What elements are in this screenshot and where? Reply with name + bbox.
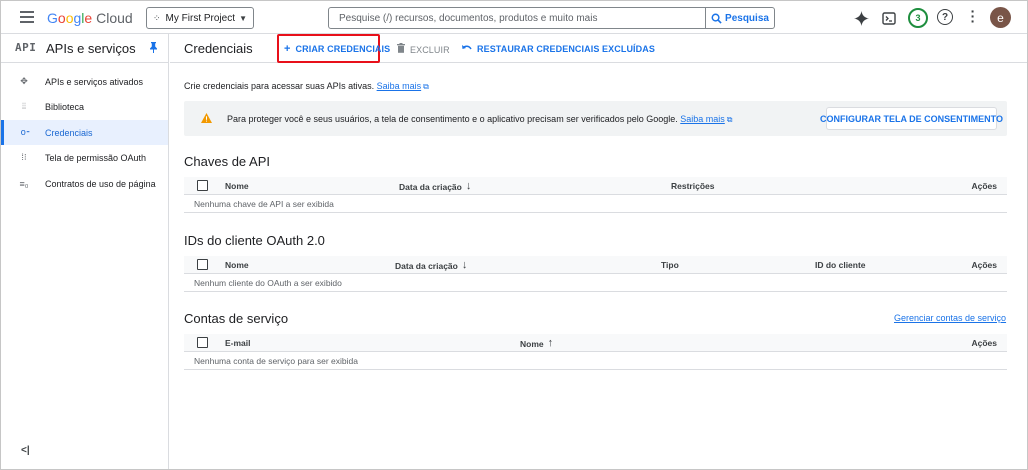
undo-icon — [462, 43, 472, 55]
column-header: Ações — [971, 338, 997, 348]
main-content: Credenciais + CRIAR CREDENCIAIS EXCLUIR … — [170, 34, 1027, 469]
column-header[interactable]: E-mail — [225, 338, 251, 348]
intro-text: Crie credenciais para acessar suas APIs … — [184, 81, 429, 91]
trash-icon — [397, 43, 405, 56]
avatar[interactable]: e — [990, 7, 1011, 28]
empty-row: Nenhuma chave de API a ser exibida — [184, 195, 1007, 213]
arrow-down-icon: ↓ — [465, 180, 472, 192]
chevron-down-icon: ▼ — [239, 13, 247, 23]
table-header: E-mail Nome ↑ Ações — [184, 334, 1007, 352]
delete-button[interactable]: EXCLUIR — [397, 43, 450, 56]
arrow-down-icon: ↓ — [461, 259, 468, 271]
select-all-checkbox[interactable] — [197, 337, 208, 348]
oauth-clients-title: IDs do cliente OAuth 2.0 — [184, 233, 325, 248]
plus-icon: + — [284, 43, 291, 55]
oauth-icon: ⁞⁝ — [21, 152, 27, 162]
project-name: My First Project — [165, 12, 235, 24]
more-options-icon[interactable]: · · · — [970, 4, 976, 28]
column-header-sorted[interactable]: Data da criação ↓ — [395, 259, 468, 272]
arrow-up-icon: ↑ — [547, 337, 554, 349]
column-header[interactable]: Nome — [225, 260, 249, 270]
sidebar-item-enabled-apis[interactable]: ✥ APIs e serviços ativados — [1, 69, 168, 94]
column-header-sorted[interactable]: Nome ↑ — [520, 337, 554, 350]
alert-learn-more-link[interactable]: Saiba mais — [680, 114, 725, 124]
settings-list-icon: ≡₀ — [19, 178, 29, 189]
select-all-checkbox[interactable] — [197, 180, 208, 191]
api-logo-icon: API — [15, 41, 37, 54]
sidebar-header: API APIs e serviços — [1, 34, 168, 63]
column-header-sorted[interactable]: Data da criação ↓ — [399, 180, 472, 193]
sidebar: API APIs e serviços ✥ APIs e serviços at… — [1, 34, 169, 469]
sidebar-item-credentials[interactable]: o⁃ Credenciais — [1, 120, 168, 145]
top-bar: Google Cloud ⁘ My First Project ▼ Pesqui… — [1, 1, 1027, 34]
column-header: Restrições — [671, 181, 715, 191]
alert-text: Para proteger você e seus usuários, a te… — [227, 114, 678, 124]
pin-icon[interactable] — [149, 42, 158, 56]
table-header: Nome Data da criação ↓ Restrições Ações — [184, 177, 1007, 195]
verification-alert: Para proteger você e seus usuários, a te… — [184, 101, 1007, 136]
oauth-clients-table: Nome Data da criação ↓ Tipo ID do cliente… — [184, 256, 1007, 292]
sidebar-title: APIs e serviços — [46, 41, 136, 56]
cloud-shell-icon[interactable] — [880, 9, 898, 27]
empty-row: Nenhuma conta de serviço para ser exibid… — [184, 352, 1007, 370]
api-keys-table: Nome Data da criação ↓ Restrições Ações N… — [184, 177, 1007, 213]
help-icon[interactable]: ? — [937, 9, 953, 25]
create-credentials-button[interactable]: + CRIAR CREDENCIAIS — [284, 43, 390, 55]
sidebar-item-library[interactable]: ⦙⦙ Biblioteca — [1, 94, 168, 119]
warning-icon — [201, 112, 212, 126]
gemini-sparkle-icon[interactable] — [852, 9, 870, 27]
sidebar-item-oauth-consent[interactable]: ⁞⁝ Tela de permissão OAuth — [1, 145, 168, 170]
column-header: ID do cliente — [815, 260, 866, 270]
search-input[interactable]: Pesquise (/) recursos, documentos, produ… — [339, 13, 597, 24]
library-icon: ⦙⦙ — [21, 101, 27, 111]
sidebar-item-page-usage-agreements[interactable]: ≡₀ Contratos de uso de página — [1, 171, 168, 196]
key-icon: o⁃ — [20, 127, 31, 137]
notifications-badge[interactable]: 3 — [908, 8, 928, 28]
project-icon: ⁘ — [153, 12, 161, 23]
page-title: Credenciais — [184, 41, 253, 56]
column-header[interactable]: Tipo — [661, 260, 679, 270]
external-link-icon: ⧉ — [423, 82, 429, 91]
google-cloud-logo[interactable]: Google Cloud — [47, 10, 133, 26]
table-header: Nome Data da criação ↓ Tipo ID do cliente… — [184, 256, 1007, 274]
collapse-sidebar-icon[interactable]: <| — [21, 445, 30, 456]
apis-icon: ✥ — [20, 76, 28, 86]
api-keys-title: Chaves de API — [184, 154, 270, 169]
manage-service-accounts-link[interactable]: Gerenciar contas de serviço — [894, 313, 1006, 323]
column-header: Ações — [971, 260, 997, 270]
action-bar: Credenciais + CRIAR CREDENCIAIS EXCLUIR … — [170, 34, 1027, 63]
restore-deleted-credentials-button[interactable]: RESTAURAR CREDENCIAIS EXCLUÍDAS — [462, 43, 655, 55]
project-selector[interactable]: ⁘ My First Project ▼ — [146, 7, 254, 29]
select-all-checkbox[interactable] — [197, 259, 208, 270]
empty-row: Nenhum cliente do OAuth a ser exibido — [184, 274, 1007, 292]
learn-more-link[interactable]: Saiba mais — [377, 81, 422, 91]
hamburger-menu-icon[interactable] — [20, 11, 34, 23]
service-accounts-title: Contas de serviço — [184, 311, 289, 326]
service-accounts-table: E-mail Nome ↑ Ações Nenhuma conta de serv… — [184, 334, 1007, 370]
column-header: Ações — [971, 181, 997, 191]
external-link-icon: ⧉ — [726, 115, 733, 124]
configure-consent-screen-button[interactable]: CONFIGURAR TELA DE CONSENTIMENTO — [820, 107, 1003, 130]
column-header[interactable]: Nome — [225, 181, 249, 191]
search-box[interactable]: Pesquise (/) recursos, documentos, produ… — [328, 7, 775, 29]
search-button[interactable]: Pesquisa — [705, 8, 774, 28]
search-icon — [711, 13, 722, 24]
